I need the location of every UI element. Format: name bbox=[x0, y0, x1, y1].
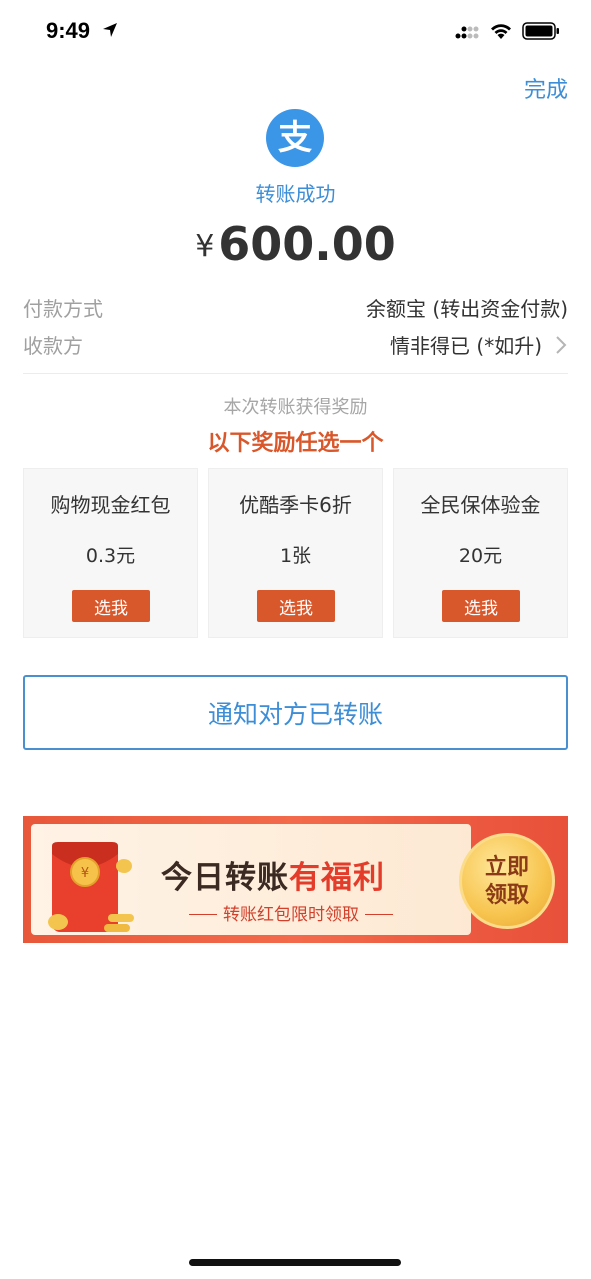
reward-card: 购物现金红包 0.3元 选我 bbox=[23, 468, 198, 638]
reward-title: 以下奖励任选一个 bbox=[207, 431, 384, 456]
select-reward-button[interactable]: 选我 bbox=[257, 590, 335, 622]
payment-method-row: 付款方式 余额宝 (转出资金付款) bbox=[23, 293, 568, 323]
reward-name: 购物现金红包 bbox=[50, 493, 171, 517]
promo-title-highlight: 有福利 bbox=[289, 860, 385, 896]
reward-card: 全民保体验金 20元 选我 bbox=[393, 468, 568, 638]
status-time: 9:49 bbox=[46, 18, 91, 43]
chevron-right-icon bbox=[556, 336, 567, 354]
reward-value: 1张 bbox=[279, 545, 312, 567]
promo-title-part1: 今日转账 bbox=[161, 860, 289, 896]
reward-name: 优酷季卡6折 bbox=[239, 493, 352, 517]
promo-banner-panel: ¥ 今日转账有福利 转账红包限时领取 bbox=[31, 824, 471, 935]
reward-card: 优酷季卡6折 1张 选我 bbox=[208, 468, 383, 638]
payment-method-value: 余额宝 (转出资金付款) bbox=[366, 297, 568, 321]
reward-value: 0.3元 bbox=[85, 545, 136, 567]
promo-banner-subtitle: 转账红包限时领取 bbox=[161, 900, 421, 925]
payee-value: 情非得已 (*如升) bbox=[390, 334, 542, 358]
select-reward-button[interactable]: 选我 bbox=[72, 590, 150, 622]
svg-text:¥: ¥ bbox=[81, 866, 89, 881]
promo-banner-title: 今日转账有福利 bbox=[161, 852, 385, 897]
claim-line-1: 立即 bbox=[484, 855, 529, 880]
transfer-amount: ¥600.00 bbox=[0, 217, 591, 271]
transfer-status-text: 转账成功 bbox=[255, 182, 336, 206]
home-indicator[interactable] bbox=[189, 1259, 401, 1266]
status-bar: 9:49 bbox=[0, 0, 591, 62]
red-envelope-icon: ¥ bbox=[48, 842, 134, 932]
alipay-logo: 支 bbox=[266, 109, 324, 167]
location-arrow-icon bbox=[103, 23, 117, 37]
wifi-icon bbox=[491, 24, 511, 39]
promo-banner[interactable]: ¥ 今日转账有福利 转账红包限时领取 立即 领取 bbox=[23, 816, 568, 943]
claim-line-2: 领取 bbox=[484, 883, 529, 908]
cellular-signal-icon bbox=[455, 26, 479, 39]
notify-payee-button[interactable]: 通知对方已转账 bbox=[23, 675, 568, 750]
amount-value: 600.00 bbox=[218, 217, 396, 271]
alipay-logo-icon: 支 bbox=[278, 118, 312, 158]
payee-row[interactable]: 收款方 情非得已 (*如升) bbox=[23, 330, 568, 360]
divider bbox=[23, 373, 568, 374]
currency-symbol: ¥ bbox=[195, 229, 215, 264]
reward-name: 全民保体验金 bbox=[420, 493, 541, 517]
payment-method-label: 付款方式 bbox=[23, 297, 103, 321]
payee-label: 收款方 bbox=[23, 334, 83, 358]
select-reward-button[interactable]: 选我 bbox=[442, 590, 520, 622]
claim-now-button[interactable]: 立即 领取 bbox=[459, 833, 555, 929]
reward-value: 20元 bbox=[458, 545, 503, 567]
reward-subtitle: 本次转账获得奖励 bbox=[223, 397, 368, 418]
done-button[interactable]: 完成 bbox=[524, 72, 568, 104]
battery-icon bbox=[522, 22, 559, 40]
svg-text:支: 支 bbox=[278, 118, 312, 158]
promo-subtitle-text: 转账红包限时领取 bbox=[223, 905, 359, 925]
